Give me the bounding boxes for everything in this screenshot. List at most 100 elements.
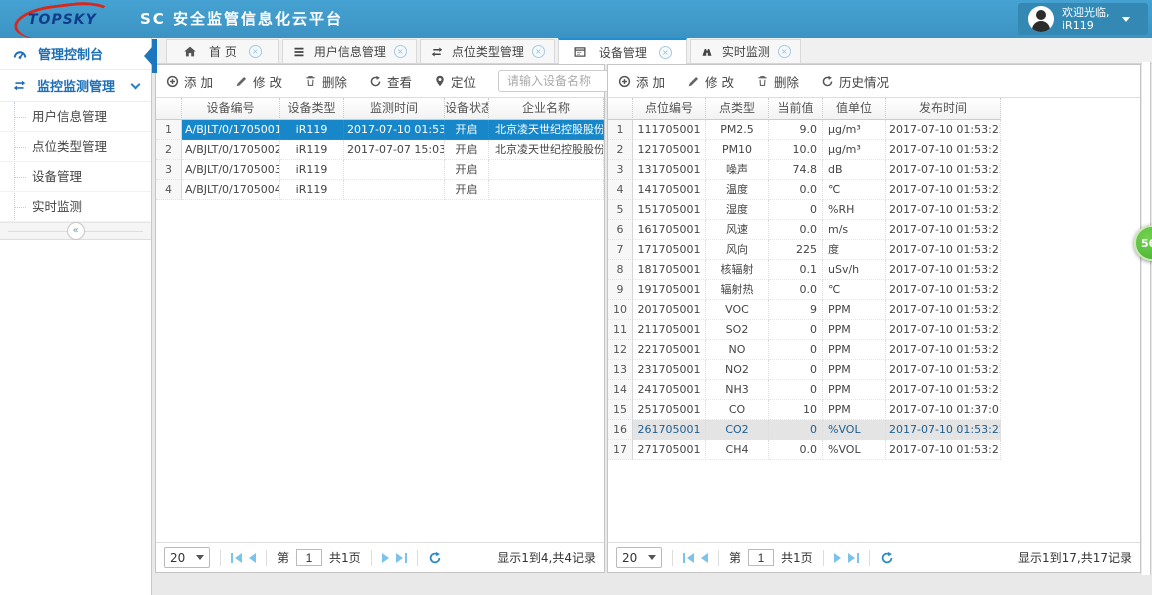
- table-row[interactable]: 4 A/BJLT/0/1705004 iR119 开启: [156, 180, 604, 200]
- table-cell: 0: [769, 380, 823, 400]
- close-icon[interactable]: ×: [248, 45, 262, 58]
- table-row[interactable]: 2A/BJLT/0/1705002iR1192017-07-07 15:03:0…: [156, 140, 604, 160]
- table-row[interactable]: 17 271705001 CH4 0.0 %VOL 2017-07-10 01:53:21: [608, 440, 1002, 460]
- table-cell: [489, 180, 604, 200]
- collapse-icon[interactable]: «: [66, 222, 85, 240]
- table-cell: A/BJLT/0/1705002: [182, 140, 280, 160]
- sidebar-collapse-handle[interactable]: [144, 39, 157, 73]
- page-size-select[interactable]: 20: [616, 547, 662, 568]
- device-table: 设备编号 设备类型 监测时间 设备状态 企业名称 1 A/BJLT/0/1705001 iR1…: [156, 98, 604, 200]
- sidebar-item-realtime[interactable]: 实时监测: [0, 192, 151, 222]
- avatar: [1028, 6, 1054, 32]
- next-page-button[interactable]: [833, 552, 841, 563]
- sidebar-item-monitor-mgmt[interactable]: 监控监测管理: [0, 70, 151, 102]
- column-header[interactable]: 当前值: [769, 98, 823, 120]
- point-table: 点位编号 点类型 当前值 值单位 发布时间 1 111705001 PM2.5 9.0 μg/m³…: [608, 98, 1002, 460]
- close-icon[interactable]: ×: [531, 45, 545, 58]
- table-cell: 核辐射: [706, 260, 769, 280]
- column-header[interactable]: 设备状态: [445, 98, 489, 120]
- sidebar-item-point-type[interactable]: 点位类型管理: [0, 132, 151, 162]
- table-row[interactable]: 11 211705001 SO2 0 PPM 2017-07-10 01:53:22: [608, 320, 1002, 340]
- reload-button[interactable]: [880, 551, 894, 565]
- page-number-input[interactable]: [296, 549, 323, 566]
- delete-button[interactable]: 删除: [756, 72, 799, 91]
- table-row[interactable]: 1A/BJLT/0/1705001iR1192017-07-10 01:53:2…: [156, 120, 604, 140]
- tab-user-info[interactable]: 用户信息管理 ×: [281, 39, 417, 63]
- sidebar-collapse-button[interactable]: «: [0, 222, 151, 240]
- divider: [672, 549, 673, 566]
- table-cell: 2017-07-10 01:53:21: [886, 340, 1001, 360]
- divider: [868, 549, 870, 566]
- column-header[interactable]: 发布时间: [886, 98, 1001, 120]
- table-cell: 0.0: [769, 440, 823, 460]
- row-number: 11: [608, 320, 633, 340]
- delete-button[interactable]: 删除: [304, 72, 347, 91]
- table-row[interactable]: 14 241705001 NH3 0 PPM 2017-07-10 01:53:21: [608, 380, 1002, 400]
- divider: [266, 549, 267, 566]
- last-page-button[interactable]: [395, 552, 407, 563]
- locate-button[interactable]: 定位: [434, 72, 476, 91]
- table-cell: μg/m³: [823, 140, 886, 160]
- page-number-input[interactable]: [748, 549, 775, 566]
- row-number: 17: [608, 440, 633, 460]
- add-button[interactable]: 添 加: [166, 72, 213, 91]
- pencil-icon: [235, 75, 248, 88]
- table-row[interactable]: 3 A/BJLT/0/1705003 iR119 开启: [156, 160, 604, 180]
- edit-button[interactable]: 修 改: [687, 72, 734, 91]
- column-header[interactable]: 点位编号: [633, 98, 706, 120]
- close-icon[interactable]: ×: [658, 45, 672, 59]
- table-row[interactable]: 9 191705001 辐射热 0.0 ℃ 2017-07-10 01:53:21: [608, 280, 1002, 300]
- column-header[interactable]: 企业名称: [489, 98, 604, 120]
- table-row[interactable]: 3 131705001 噪声 74.8 dB 2017-07-10 01:53:22: [608, 160, 1002, 180]
- column-header[interactable]: 点类型: [706, 98, 769, 120]
- close-icon[interactable]: ×: [777, 45, 791, 58]
- user-text: 欢迎光临, iR119: [1062, 6, 1110, 32]
- column-header[interactable]: 设备编号: [182, 98, 280, 120]
- column-header[interactable]: 值单位: [823, 98, 886, 120]
- window-panel-icon: [573, 46, 587, 58]
- table-row[interactable]: 4 141705001 温度 0.0 ℃ 2017-07-10 01:53:22: [608, 180, 1002, 200]
- table-row[interactable]: 10 201705001 VOC 9 PPM 2017-07-10 01:53:22: [608, 300, 1002, 320]
- tab-home[interactable]: 首 页 ×: [166, 39, 279, 63]
- view-button[interactable]: 查看: [369, 72, 412, 91]
- close-icon[interactable]: ×: [393, 45, 407, 58]
- table-cell: 0: [769, 320, 823, 340]
- prev-page-button[interactable]: [701, 552, 708, 563]
- table-row[interactable]: 7 171705001 风向 225 度 2017-07-10 01:53:21: [608, 240, 1002, 260]
- sidebar-item-user-info[interactable]: 用户信息管理: [0, 102, 151, 132]
- first-page-button[interactable]: [683, 552, 694, 563]
- sidebar-item-device-mgmt[interactable]: 设备管理: [0, 162, 151, 192]
- user-menu[interactable]: 欢迎光临, iR119: [1018, 3, 1148, 35]
- table-row[interactable]: 15 251705001 CO 10 PPM 2017-07-10 01:37:01: [608, 400, 1002, 420]
- sidebar-item-console[interactable]: 管理控制台: [0, 38, 151, 70]
- tab-device-mgmt[interactable]: 设备管理 ×: [557, 38, 687, 64]
- table-row[interactable]: 5 151705001 湿度 0 %RH 2017-07-10 01:53:22: [608, 200, 1002, 220]
- table-row[interactable]: 16 261705001 CO2 0 %VOL 2017-07-10 01:53:22: [608, 420, 1002, 440]
- table-row[interactable]: 2 121705001 PM10 10.0 μg/m³ 2017-07-10 01:53:…: [608, 140, 1002, 160]
- table-row[interactable]: 13 231705001 NO2 0 PPM 2017-07-10 01:53:22: [608, 360, 1002, 380]
- prev-page-button[interactable]: [249, 552, 256, 563]
- first-page-button[interactable]: [231, 552, 242, 563]
- table-row[interactable]: 8 181705001 核辐射 0.1 uSv/h 2017-07-10 01:53:21: [608, 260, 1002, 280]
- column-header[interactable]: 监测时间: [344, 98, 445, 120]
- table-cell: 201705001: [633, 300, 706, 320]
- page-size-select[interactable]: 20: [164, 547, 210, 568]
- last-page-button[interactable]: [847, 552, 859, 563]
- refresh-icon: [369, 75, 382, 88]
- reload-button[interactable]: [428, 551, 442, 565]
- table-row[interactable]: 12 221705001 NO 0 PPM 2017-07-10 01:53:21: [608, 340, 1002, 360]
- table-cell: iR119: [280, 160, 344, 180]
- column-header[interactable]: 设备类型: [280, 98, 344, 120]
- table-cell: 0: [769, 340, 823, 360]
- next-page-button[interactable]: [381, 552, 389, 563]
- tab-point-type[interactable]: 点位类型管理 ×: [419, 39, 555, 63]
- table-row[interactable]: 1 111705001 PM2.5 9.0 μg/m³ 2017-07-10 01:53:…: [608, 120, 1002, 140]
- table-cell: A/BJLT/0/1705003: [182, 160, 280, 180]
- history-button[interactable]: 历史情况: [821, 72, 889, 91]
- sidebar-item-label: 监控监测管理: [37, 80, 116, 95]
- tab-realtime[interactable]: 实时监测 ×: [689, 39, 801, 63]
- add-button[interactable]: 添 加: [618, 72, 665, 91]
- row-number: 5: [608, 200, 633, 220]
- edit-button[interactable]: 修 改: [235, 72, 282, 91]
- table-row[interactable]: 6 161705001 风速 0.0 m/s 2017-07-10 01:53:21: [608, 220, 1002, 240]
